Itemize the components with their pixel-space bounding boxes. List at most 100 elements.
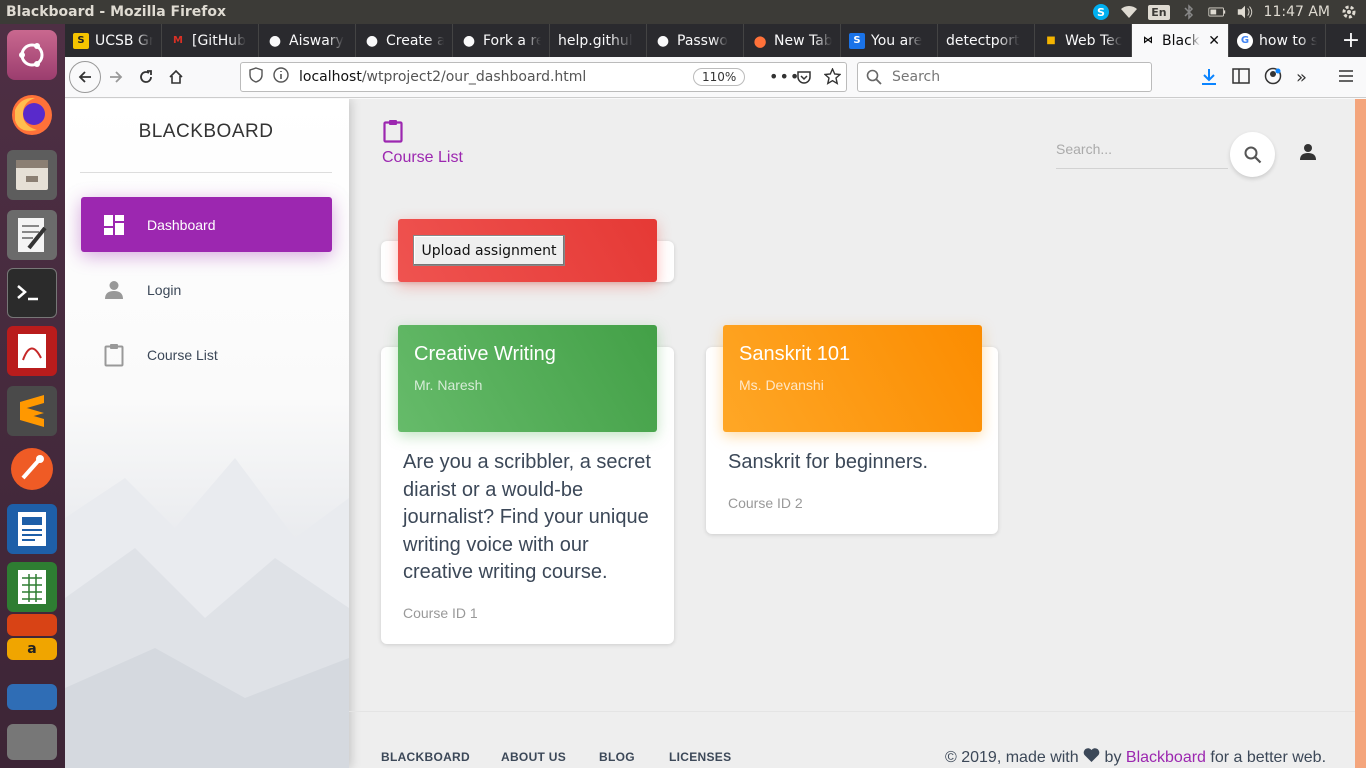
url-host: localhost [299,69,362,85]
hamburger-menu-icon[interactable] [1338,68,1354,87]
star-icon[interactable] [823,67,842,89]
copyright-brand-link[interactable]: Blackboard [1126,749,1206,766]
account-icon[interactable] [1264,67,1282,89]
new-tab-button[interactable]: + [1336,24,1366,57]
firefox-window: S UCSB Gr M [GitHub ● Aiswary ● Create a ● Fork a… [65,24,1366,768]
search-button[interactable] [1230,132,1275,177]
browser-tab-label: New Tab [774,32,832,49]
writer-icon[interactable] [7,504,57,554]
overflow-chevron-icon[interactable]: » [1296,67,1307,88]
course-description: Sanskrit for beginners. [728,451,929,473]
url-text[interactable]: localhost/wtproject2/our_dashboard.html [299,69,586,85]
course-card[interactable]: Creative Writing Mr. Naresh Are you a sc… [381,325,674,644]
reload-button[interactable] [131,62,161,92]
window-title: Blackboard - Mozilla Firefox [6,4,227,20]
shield-icon[interactable] [249,67,263,87]
course-instructor: Ms. Devanshi [739,377,824,393]
browser-tab[interactable]: S You are [841,24,938,57]
sidebar-item-dashboard[interactable]: Dashboard [81,197,332,252]
home-button[interactable] [161,62,191,92]
sidebar: BLACKBOARD Dashboard Login Course List [65,99,349,768]
pocket-icon[interactable] [796,69,812,89]
ubuntu-dash-icon[interactable] [7,30,57,80]
browser-tab[interactable]: ● Aiswary [259,24,356,57]
browser-tab-label: Web Tec [1065,32,1123,49]
text-editor-icon[interactable] [7,210,57,260]
clipboard-icon [103,343,125,366]
course-id: Course ID 1 [403,605,478,621]
footer-link-licenses[interactable]: LICENSES [669,750,731,764]
files-icon[interactable] [7,150,57,200]
search-input[interactable]: Search... [1056,137,1228,169]
browser-tab[interactable]: ● New Tab [744,24,841,57]
footer-link-blackboard[interactable]: BLACKBOARD [381,750,470,764]
volume-icon[interactable] [1236,3,1254,21]
amazon-icon[interactable]: a [7,638,57,660]
upload-card: Upload assignment [381,219,674,282]
keyboard-layout-indicator[interactable]: En [1148,4,1170,20]
trash-icon[interactable] [7,724,57,760]
course-instructor: Mr. Naresh [414,377,483,393]
browser-tab[interactable]: ■ Web Tec [1035,24,1132,57]
forward-button[interactable] [101,62,131,92]
browser-tab[interactable]: Ghow to s [1229,24,1326,57]
zoom-indicator[interactable]: 110% [693,68,746,86]
wifi-icon[interactable] [1120,3,1138,21]
url-bar[interactable]: localhost/wtproject2/our_dashboard.html … [240,62,847,92]
calc-icon[interactable] [7,562,57,612]
github-icon: ● [656,32,670,49]
copyright-text: © 2019, made with by Blackboard for a be… [945,748,1326,767]
upload-card-header: Upload assignment [398,219,657,282]
course-card[interactable]: Sanskrit 101 Ms. Devanshi Sanskrit for b… [706,325,998,534]
slides-icon: ■ [1046,35,1056,46]
sidebar-item-course-list[interactable]: Course List [81,327,332,382]
sidebar-item-login[interactable]: Login [81,262,332,317]
footer-link-blog[interactable]: BLOG [599,750,635,764]
back-button[interactable] [69,61,101,93]
clipboard-icon [383,119,403,147]
course-id: Course ID 2 [728,495,803,511]
browser-tab[interactable]: ● Create a [356,24,453,57]
browser-tab-label: detectport [946,32,1020,49]
browser-tab[interactable]: help.githul [550,24,647,57]
download-icon[interactable] [1200,67,1218,91]
page-title[interactable]: Course List [382,149,463,167]
browser-tab-label: You are [871,32,923,49]
upload-assignment-button[interactable]: Upload assignment [413,235,565,266]
footer-link-about-us[interactable]: ABOUT US [501,750,566,764]
web-search-placeholder: Search [892,69,941,85]
terminal-icon[interactable] [7,268,57,318]
browser-tab[interactable]: ⋈ Black ✕ [1132,24,1229,57]
document-viewer-icon[interactable] [7,326,57,376]
info-icon[interactable] [273,67,289,87]
browser-tab[interactable]: S UCSB Gr [65,24,162,57]
firefox-icon[interactable] [7,90,57,140]
page-scrollbar[interactable] [1355,99,1366,768]
gear-icon[interactable] [1340,3,1358,21]
browser-tab[interactable]: ● Fork a re [453,24,550,57]
browser-tab[interactable]: ● Passwo [647,24,744,57]
system-monitor-icon[interactable] [7,684,57,710]
course-title[interactable]: Creative Writing [414,343,556,366]
search-icon [866,69,882,85]
copyright-suffix: for a better web. [1210,749,1327,766]
skype-icon[interactable]: S [1092,3,1110,21]
postman-icon[interactable] [7,444,57,494]
clock[interactable]: 11:47 AM [1264,4,1330,20]
brand-logo-text[interactable]: BLACKBOARD [80,121,332,143]
main-content: Course List Search... Upload assignment … [349,99,1355,768]
battery-icon[interactable] [1207,3,1226,21]
s-icon: S [849,32,865,49]
system-tray: S En 11:47 AM [1092,3,1366,21]
browser-tab-label: UCSB Gr [95,32,153,49]
user-profile-icon[interactable] [1299,143,1317,165]
sublime-text-icon[interactable] [7,386,57,436]
browser-tab[interactable]: M [GitHub [162,24,259,57]
close-tab-icon[interactable]: ✕ [1208,33,1220,49]
web-search-bar[interactable]: Search [857,62,1152,92]
impress-icon[interactable] [7,614,57,636]
browser-tab[interactable]: detectport [938,24,1035,57]
course-title[interactable]: Sanskrit 101 [739,343,850,366]
library-icon[interactable] [1232,68,1250,88]
bluetooth-icon[interactable] [1180,3,1198,21]
